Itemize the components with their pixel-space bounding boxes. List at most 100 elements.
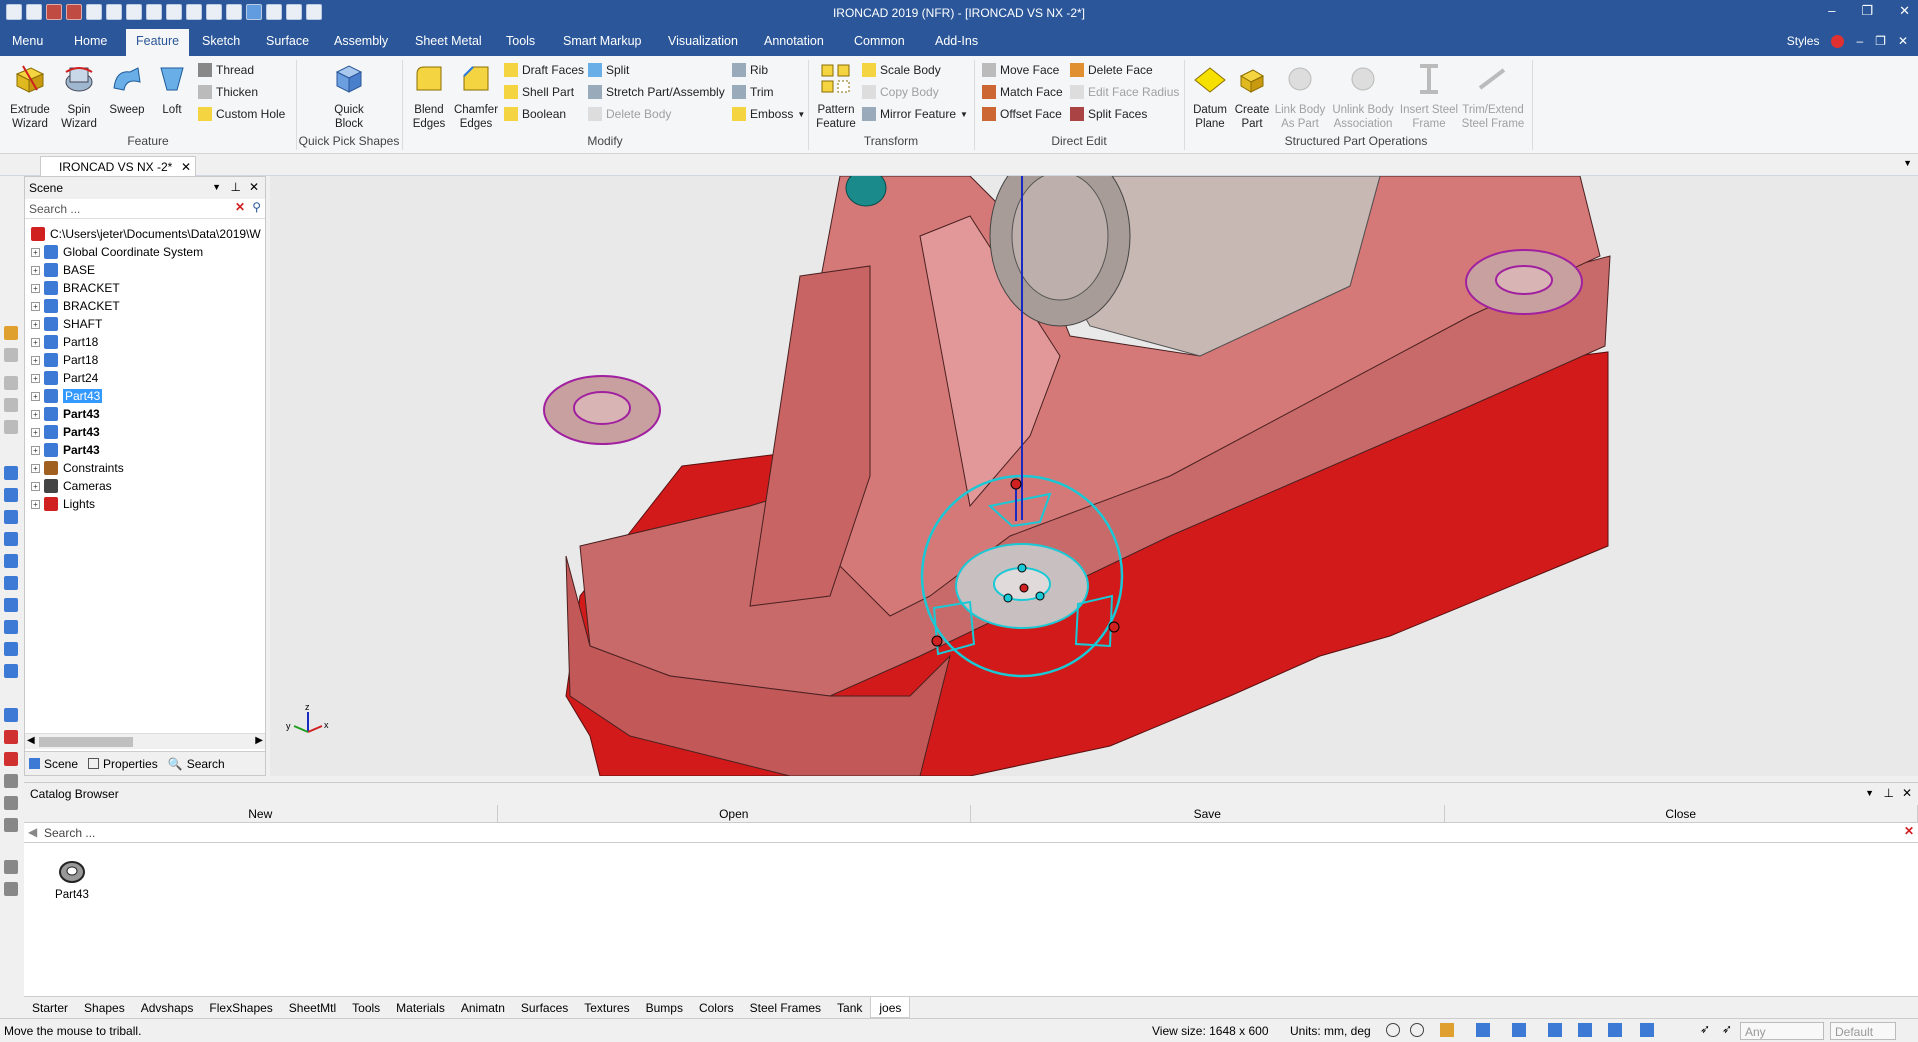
scale-body-button[interactable]: Scale Body — [862, 63, 941, 77]
document-tab[interactable]: IRONCAD VS NX -2* ✕ — [40, 156, 196, 176]
tree-item[interactable]: + Cameras — [31, 477, 261, 495]
link-body-button[interactable]: Link Body As Part — [1272, 62, 1328, 131]
catalog-tab[interactable]: Textures — [576, 997, 637, 1018]
clear-search-icon[interactable]: ✕ — [235, 200, 245, 214]
trim-button[interactable]: Trim — [732, 85, 774, 99]
tree-item[interactable]: + SHAFT — [31, 315, 261, 333]
tool-icon[interactable] — [4, 466, 18, 480]
horizontal-scrollbar[interactable]: ◀ ▶ — [25, 733, 265, 749]
tab-search[interactable]: 🔍 Search — [168, 756, 225, 771]
tree-item[interactable]: + Part43 — [31, 423, 261, 441]
model-view[interactable]: z x y — [270, 176, 1918, 776]
style-combo[interactable]: Default — [1830, 1022, 1896, 1040]
tree-item[interactable]: + Part18 — [31, 333, 261, 351]
expand-icon[interactable]: + — [31, 463, 40, 473]
tool-icon[interactable] — [4, 326, 18, 340]
split-faces-button[interactable]: Split Faces — [1070, 107, 1147, 121]
expand-icon[interactable]: + — [31, 247, 40, 257]
edit-face-radius-button[interactable]: Edit Face Radius — [1070, 85, 1179, 99]
tree-item[interactable]: + BRACKET — [31, 297, 261, 315]
emboss-button[interactable]: Emboss ▼ — [732, 107, 805, 121]
catalog-tab[interactable]: Colors — [691, 997, 742, 1018]
scroll-left-icon[interactable]: ◀ — [27, 735, 35, 746]
catalog-tab[interactable]: Starter — [24, 997, 76, 1018]
close-icon[interactable]: ✕ — [249, 180, 259, 194]
snap-icon[interactable] — [1512, 1023, 1526, 1037]
tab-smart-markup[interactable]: Smart Markup — [563, 34, 642, 48]
expand-icon[interactable]: + — [31, 283, 40, 293]
catalog-save-button[interactable]: Save — [971, 805, 1445, 822]
spin-wizard-button[interactable]: Spin Wizard — [56, 62, 102, 131]
shell-part-button[interactable]: Shell Part — [504, 85, 574, 99]
tool-icon[interactable] — [4, 818, 18, 832]
draft-faces-button[interactable]: Draft Faces — [504, 63, 584, 77]
expand-icon[interactable]: + — [31, 445, 40, 455]
tab-feature[interactable]: Feature — [126, 29, 190, 56]
tab-sketch[interactable]: Sketch — [202, 34, 240, 48]
copy-body-button[interactable]: Copy Body — [862, 85, 939, 99]
chevron-down-icon[interactable]: ▼ — [212, 182, 221, 192]
expand-icon[interactable]: + — [31, 481, 40, 491]
tool-icon[interactable] — [4, 620, 18, 634]
tab-visualization[interactable]: Visualization — [668, 34, 738, 48]
tool-icon[interactable] — [4, 488, 18, 502]
catalog-item[interactable]: Part43 — [42, 857, 102, 901]
tool-icon[interactable] — [4, 882, 18, 896]
tool-icon[interactable] — [4, 730, 18, 744]
expand-icon[interactable]: + — [31, 337, 40, 347]
tab-sheet-metal[interactable]: Sheet Metal — [415, 34, 482, 48]
tool-icon[interactable] — [4, 532, 18, 546]
render-icon[interactable] — [1578, 1023, 1592, 1037]
offset-face-button[interactable]: Offset Face — [982, 107, 1062, 121]
tool-icon[interactable] — [4, 642, 18, 656]
expand-icon[interactable]: + — [31, 409, 40, 419]
tree-item[interactable]: + BASE — [31, 261, 261, 279]
tool-icon[interactable] — [4, 796, 18, 810]
chamfer-edges-button[interactable]: Chamfer Edges — [452, 62, 500, 131]
tool-icon[interactable] — [4, 774, 18, 788]
expand-icon[interactable]: + — [31, 391, 40, 401]
tab-tools[interactable]: Tools — [506, 34, 535, 48]
catalog-tab[interactable]: Steel Frames — [742, 997, 829, 1018]
tree-item[interactable]: + Part43 — [31, 405, 261, 423]
catalog-tab[interactable]: Materials — [388, 997, 453, 1018]
pin-icon[interactable]: ⊥ — [231, 180, 241, 194]
tool-icon[interactable] — [4, 598, 18, 612]
catalog-tab[interactable]: Tank — [829, 997, 870, 1018]
tab-surface[interactable]: Surface — [266, 34, 309, 48]
filter-icon[interactable]: ⚲ — [252, 200, 261, 214]
ribbon-close-button[interactable]: ✕ — [1898, 34, 1908, 48]
create-part-button[interactable]: Create Part — [1232, 62, 1272, 131]
tab-add-ins[interactable]: Add-Ins — [935, 34, 978, 48]
tab-common[interactable]: Common — [854, 34, 905, 48]
catalog-tab[interactable]: Bumps — [638, 997, 691, 1018]
tree-item[interactable]: + Part18 — [31, 351, 261, 369]
select-icon[interactable]: ➶ — [1722, 1022, 1732, 1036]
pattern-feature-button[interactable]: Pattern Feature — [814, 62, 858, 131]
restore-button[interactable]: ❐ — [1861, 3, 1873, 19]
expand-icon[interactable]: + — [31, 427, 40, 437]
blend-edges-button[interactable]: Blend Edges — [408, 62, 450, 131]
mirror-feature-button[interactable]: Mirror Feature ▼ — [862, 107, 968, 121]
tab-home[interactable]: Home — [74, 34, 107, 48]
scroll-right-icon[interactable]: ▶ — [255, 735, 263, 746]
tab-properties[interactable]: Properties — [88, 756, 158, 771]
expand-icon[interactable]: + — [31, 301, 40, 311]
tool-icon[interactable] — [4, 348, 18, 362]
tool-icon[interactable] — [4, 510, 18, 524]
stretch-part-button[interactable]: Stretch Part/Assembly — [588, 85, 725, 99]
tab-annotation[interactable]: Annotation — [764, 34, 824, 48]
ribbon-restore-button[interactable]: ❐ — [1875, 34, 1886, 48]
tree-item[interactable]: + BRACKET — [31, 279, 261, 297]
chevron-down-icon[interactable]: ▼ — [1865, 788, 1874, 798]
tool-icon[interactable] — [4, 752, 18, 766]
sweep-button[interactable]: Sweep — [106, 62, 148, 117]
catalog-tab[interactable]: joes — [870, 997, 911, 1018]
tree-item[interactable]: + Part43 — [31, 441, 261, 459]
tree-root[interactable]: C:\Users\jeter\Documents\Data\2019\W — [31, 225, 261, 243]
tool-icon[interactable] — [4, 398, 18, 412]
close-icon[interactable]: ✕ — [181, 160, 191, 174]
quick-block-button[interactable]: Quick Block — [324, 62, 374, 131]
tree-item[interactable]: + Part24 — [31, 369, 261, 387]
tool-icon[interactable] — [4, 420, 18, 434]
